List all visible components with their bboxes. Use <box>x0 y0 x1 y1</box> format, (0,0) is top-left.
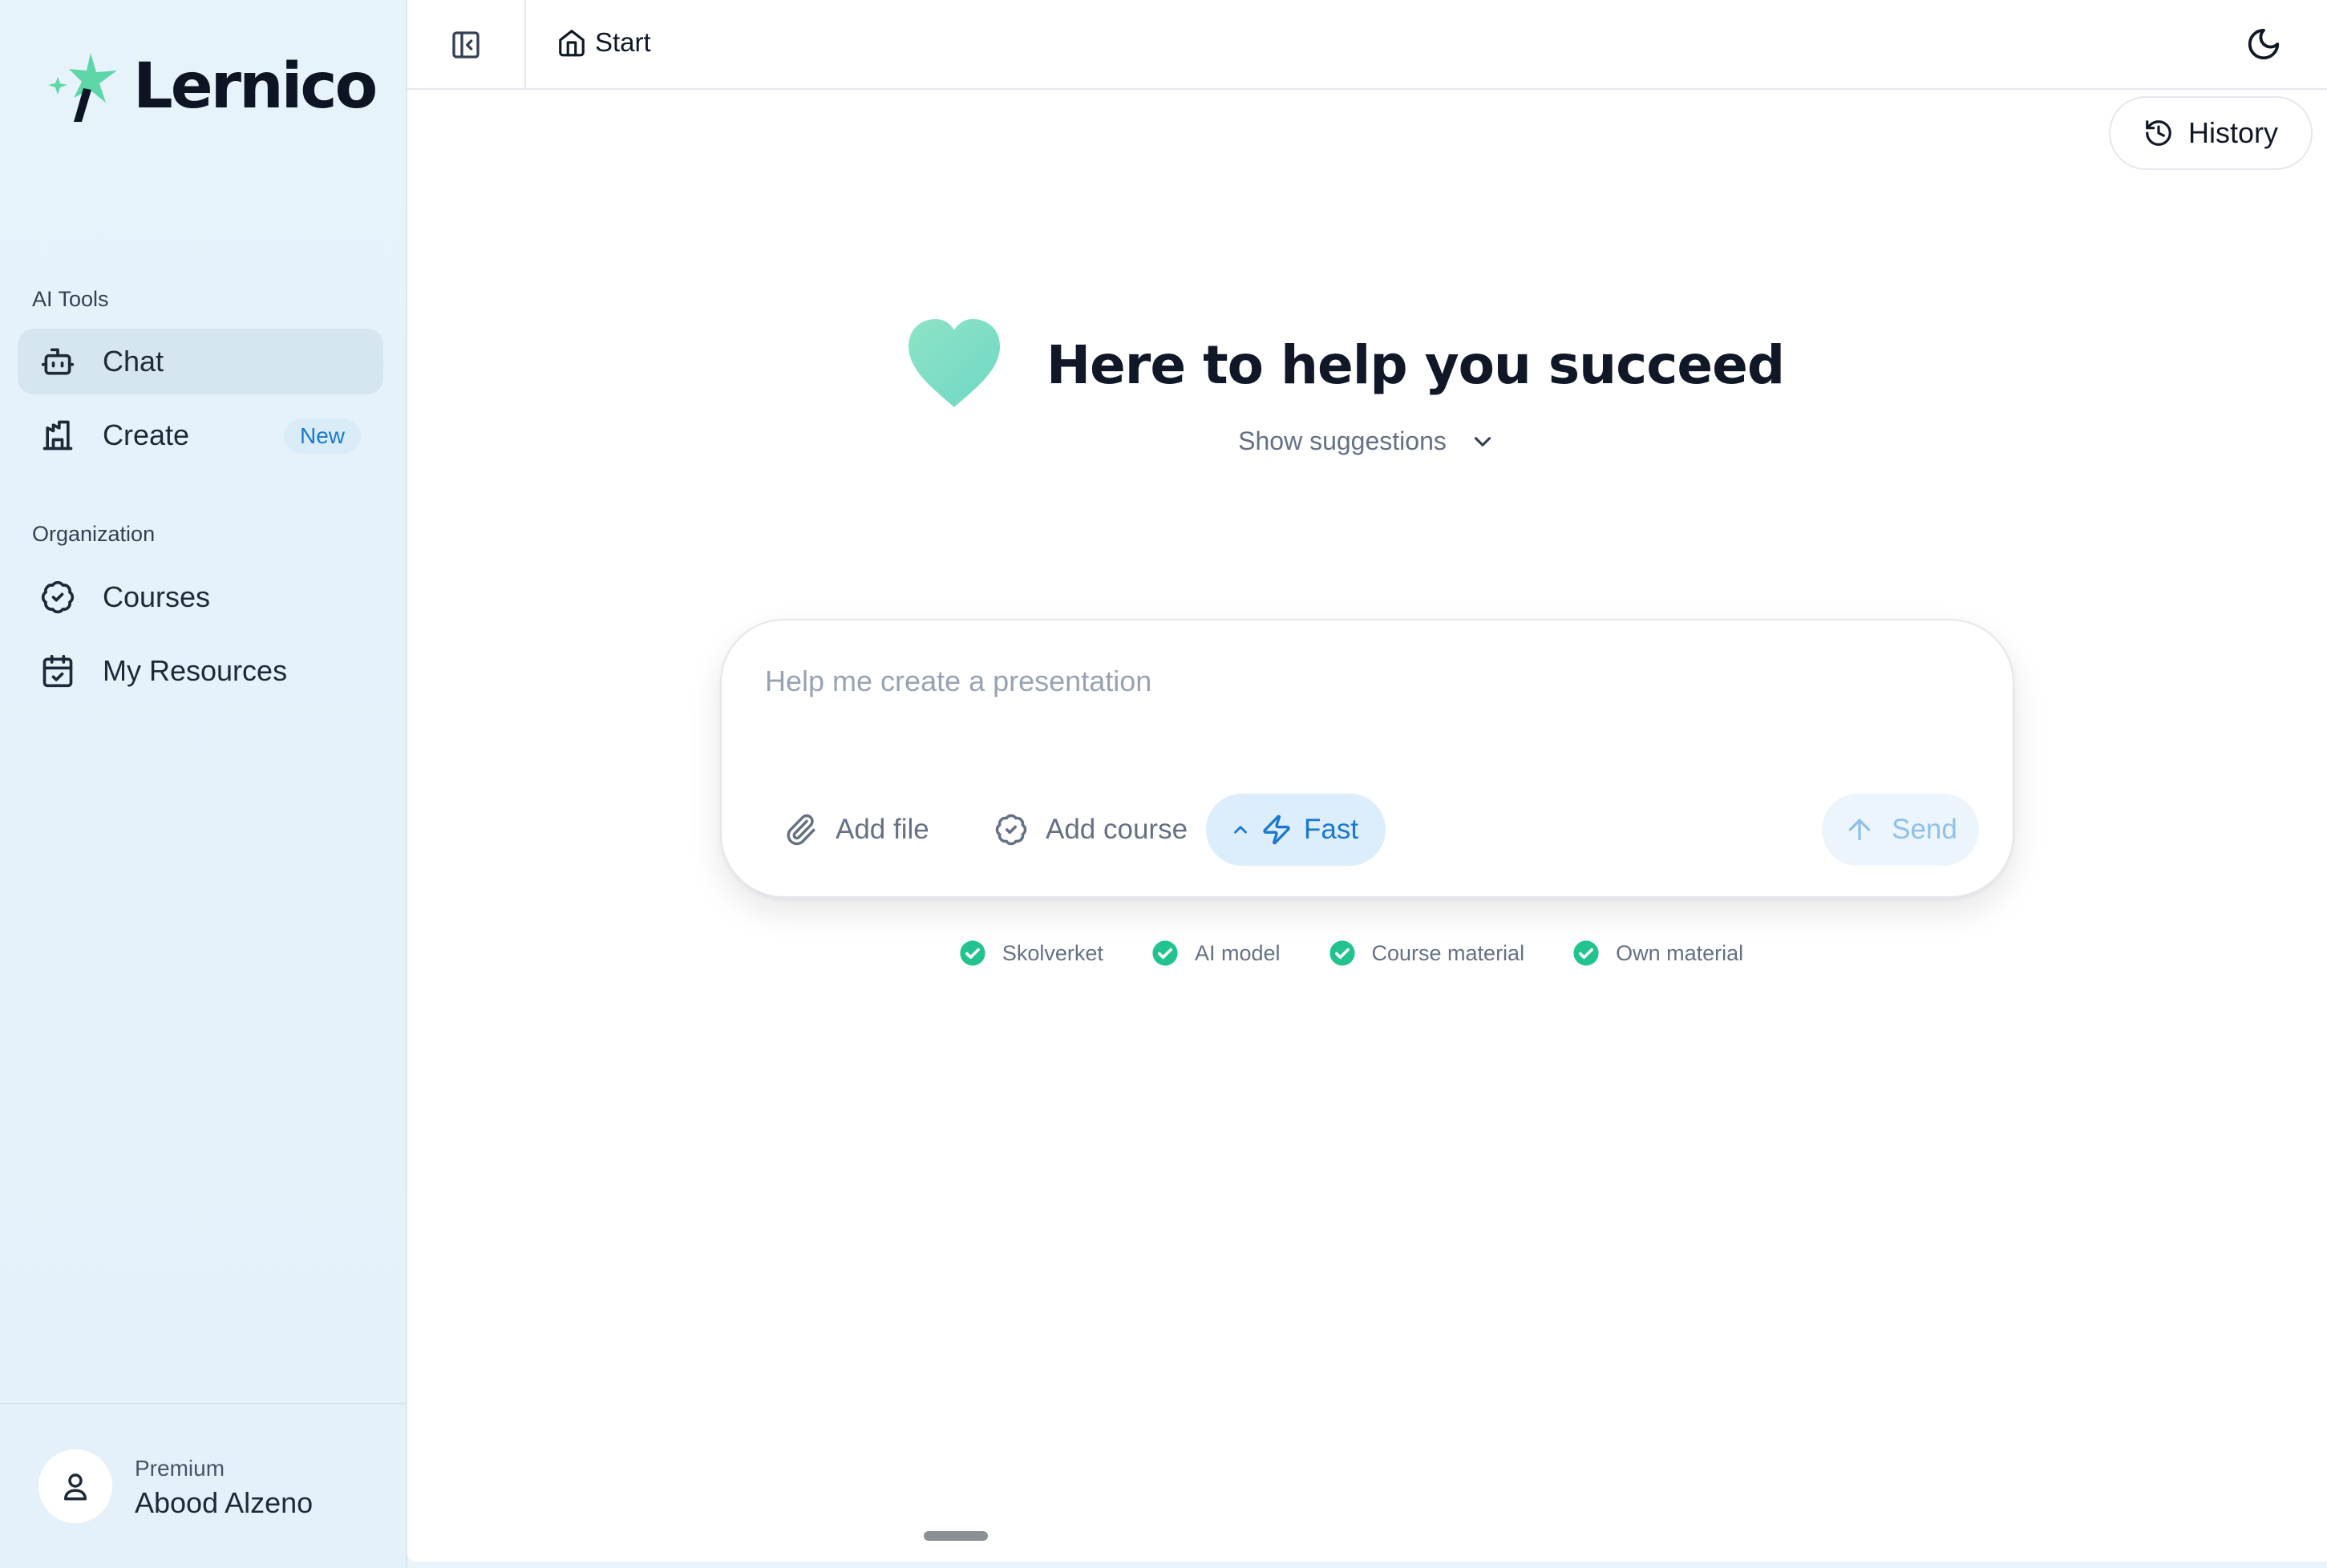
source-label: Own material <box>1616 940 1744 965</box>
bot-icon <box>41 348 75 375</box>
sidebar-item-label: Courses <box>103 580 211 613</box>
add-file-button[interactable]: Add file <box>768 794 945 866</box>
sidebar-item-create[interactable]: Create New <box>18 402 383 468</box>
sidebar-item-courses[interactable]: Courses <box>18 564 383 630</box>
logo-star-icon <box>48 53 117 122</box>
suggestions-label: Show suggestions <box>1238 426 1447 455</box>
user-name: Abood Alzeno <box>135 1486 314 1519</box>
section-label-organization: Organization <box>32 522 156 546</box>
check-circle-icon <box>1152 940 1178 966</box>
chat-composer: Add file Add course Fast <box>720 619 2014 898</box>
add-course-button[interactable]: Add course <box>978 794 1204 866</box>
sidebar-item-label: Create <box>103 418 190 451</box>
scroll-handle[interactable] <box>924 1531 988 1541</box>
brand-name: Lernico <box>133 51 378 123</box>
history-icon <box>2146 120 2171 146</box>
zap-icon <box>1263 814 1290 845</box>
app-window: Lernico AI Tools Chat Create New Organiz… <box>0 0 2327 1568</box>
calendar-check-icon <box>42 654 73 688</box>
source-item-ai-model: AI model <box>1151 940 1281 967</box>
user-profile[interactable]: Premium Abood Alzeno <box>0 1403 406 1568</box>
page-title: Here to help you succeed <box>1046 333 1785 396</box>
arrow-up-icon <box>1848 818 1871 841</box>
check-circle-icon <box>960 940 985 966</box>
source-label: Skolverket <box>1002 940 1103 965</box>
show-suggestions-button[interactable]: Show suggestions <box>407 426 2327 456</box>
sidebar-item-my-resources[interactable]: My Resources <box>18 638 383 704</box>
chevron-down-icon <box>1474 436 1491 447</box>
send-label: Send <box>1892 814 1957 845</box>
send-button[interactable]: Send <box>1822 794 1979 866</box>
mode-select-button[interactable]: Fast <box>1206 794 1386 866</box>
blocks-icon <box>42 420 73 451</box>
breadcrumb[interactable]: Start <box>556 27 651 58</box>
main-panel: Start History Here to help you succeed S… <box>407 0 2327 1562</box>
check-circle-icon <box>1329 940 1355 966</box>
sidebar-item-label: Chat <box>103 345 164 378</box>
sidebar: Lernico AI Tools Chat Create New Organiz… <box>0 0 407 1568</box>
brand-logo[interactable]: Lernico <box>47 50 378 123</box>
source-item-own-material: Own material <box>1572 940 1743 967</box>
home-icon <box>559 30 585 57</box>
sidebar-toggle-button[interactable] <box>407 0 526 90</box>
theme-toggle-button[interactable] <box>2245 26 2282 63</box>
add-file-label: Add file <box>836 814 929 845</box>
user-plan: Premium <box>135 1456 225 1481</box>
source-list: Skolverket AI model Course material Own … <box>391 940 2311 967</box>
new-badge: New <box>283 418 361 454</box>
mode-label: Fast <box>1304 814 1359 845</box>
section-label-ai-tools: AI Tools <box>32 287 109 311</box>
sidebar-toggle-icon <box>452 31 480 59</box>
heart-icon <box>908 319 1000 407</box>
source-item-skolverket: Skolverket <box>959 940 1103 967</box>
avatar <box>38 1449 112 1523</box>
source-label: Course material <box>1371 940 1525 965</box>
source-item-course-material: Course material <box>1329 940 1525 967</box>
history-label: History <box>2187 116 2278 149</box>
chevron-up-icon <box>1234 826 1247 834</box>
add-course-label: Add course <box>1046 814 1188 845</box>
top-bar: Start <box>407 0 2327 90</box>
moon-icon <box>2248 28 2280 60</box>
badge-check-icon <box>995 814 1027 846</box>
check-circle-icon <box>1573 940 1599 966</box>
breadcrumb-label: Start <box>595 27 651 57</box>
sidebar-item-chat[interactable]: Chat <box>18 329 383 394</box>
source-label: AI model <box>1194 940 1281 965</box>
paperclip-icon <box>787 814 815 846</box>
history-button[interactable]: History <box>2109 96 2313 170</box>
badge-check-icon <box>41 580 75 614</box>
sidebar-item-label: My Resources <box>103 654 288 687</box>
user-icon <box>64 1473 87 1501</box>
hero: Here to help you succeed <box>407 313 2327 417</box>
chat-input[interactable] <box>765 657 1888 705</box>
